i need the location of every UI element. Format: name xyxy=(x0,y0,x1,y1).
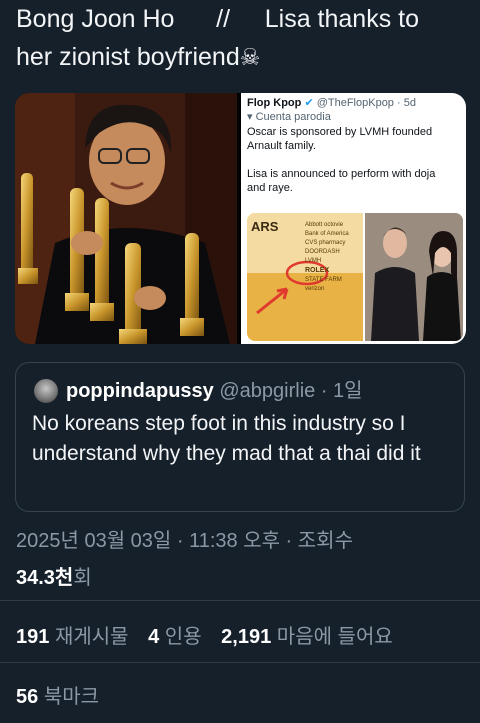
embedded-tweet-handle: @TheFlopKpop · 5d xyxy=(316,97,416,109)
post-text-line-2: her zionist boyfriend☠ xyxy=(16,38,476,76)
divider xyxy=(0,662,480,663)
embedded-tweet-text-3: Lisa is announced to perform with doja xyxy=(247,168,436,180)
tweet-timestamp[interactable]: 2025년 03월 03일 · 11:38 오후 · 조회수 xyxy=(16,524,353,553)
embedded-tweet-parody-label: Cuenta parodia xyxy=(255,111,331,123)
sponsor-logo: STATE FARM xyxy=(305,277,342,283)
quoted-tweet-handle[interactable]: @abpgirlie · 1일 xyxy=(219,380,362,402)
embedded-tweet-header: Flop Kpop ✔ @TheFlopKpop · 5d xyxy=(247,96,462,110)
quotes-count: 4 xyxy=(148,626,160,648)
bookmarks-count: 56 xyxy=(16,686,39,708)
sponsor-logo: Bank of America xyxy=(305,231,349,237)
oscar-photo xyxy=(15,93,237,344)
skull-crossbones-icon: ☠ xyxy=(239,44,261,70)
quotes-label: 인용 xyxy=(164,626,202,648)
quoted-tweet[interactable]: poppindapussy @abpgirlie · 1일 No koreans… xyxy=(15,362,465,512)
reposts-count: 191 xyxy=(16,626,50,648)
view-count-number: 34.3천 xyxy=(16,567,74,589)
likes-count: 2,191 xyxy=(221,626,272,648)
post-text-line-1: Bong Joon Ho // Lisa thanks to xyxy=(16,5,420,33)
likes-link[interactable]: 2,191 마음에 들어요 xyxy=(221,626,407,648)
reposts-label: 재게시물 xyxy=(54,626,129,648)
oscar-photo-illustration xyxy=(15,93,237,344)
reposts-link[interactable]: 191 재게시물 xyxy=(16,626,143,648)
embedded-tweet-parody: ▾ Cuenta parodia xyxy=(247,110,462,124)
post-text-line-2-text: her zionist boyfriend xyxy=(16,43,240,71)
sponsor-logos: Abbott octovie Bank of America CVS pharm… xyxy=(305,221,363,294)
view-count-label: 회 xyxy=(73,567,92,589)
post-text: Bong Joon Ho // Lisa thanks to her zioni… xyxy=(16,0,476,76)
sponsor-board: Abbott octovie Bank of America CVS pharm… xyxy=(247,213,363,341)
sponsor-logo: ROLEX xyxy=(305,267,330,274)
couple-photo-illustration xyxy=(365,213,463,341)
board-lettering: ARS xyxy=(251,219,279,234)
quoted-tweet-body: No koreans step foot in this industry so… xyxy=(32,412,421,465)
engagement-stats: 191 재게시물 4 인용 2,191 마음에 들어요 xyxy=(16,620,407,649)
sponsor-logo: Abbott xyxy=(305,222,323,228)
couple-photo xyxy=(365,213,463,341)
media-image[interactable]: Flop Kpop ✔ @TheFlopKpop · 5d ▾ Cuenta p… xyxy=(15,93,466,344)
quoted-tweet-name[interactable]: poppindapussy xyxy=(66,380,214,402)
likes-label: 마음에 들어요 xyxy=(276,626,393,648)
bookmarks-link[interactable]: 56 북마크 xyxy=(16,680,99,709)
parody-icon: ▾ xyxy=(247,111,253,123)
embedded-tweet-name: Flop Kpop xyxy=(247,97,302,109)
sponsor-logo: CVS pharmacy xyxy=(305,240,346,246)
sponsor-logo: DOORDASH xyxy=(305,249,340,255)
sponsor-logo: octovie xyxy=(324,222,344,228)
quoted-tweet-header: poppindapussy @abpgirlie · 1일 xyxy=(66,378,363,404)
embedded-tweet-text-1: Oscar is sponsored by LVMH founded xyxy=(247,126,433,138)
verified-badge-icon: ✔ xyxy=(304,97,314,109)
sponsor-logo: LVMH xyxy=(305,258,322,264)
bookmarks-label: 북마크 xyxy=(43,686,100,708)
embedded-tweet-screenshot: Flop Kpop ✔ @TheFlopKpop · 5d ▾ Cuenta p… xyxy=(241,93,466,344)
divider xyxy=(0,600,480,601)
avatar[interactable] xyxy=(34,379,58,403)
quotes-link[interactable]: 4 인용 xyxy=(148,626,216,648)
embedded-tweet-text-4: and raye. xyxy=(247,182,293,194)
sponsor-logo: verizon xyxy=(305,286,325,292)
view-count: 34.3천회 xyxy=(16,561,92,590)
embedded-tweet-text-2: Arnault family. xyxy=(247,140,316,152)
